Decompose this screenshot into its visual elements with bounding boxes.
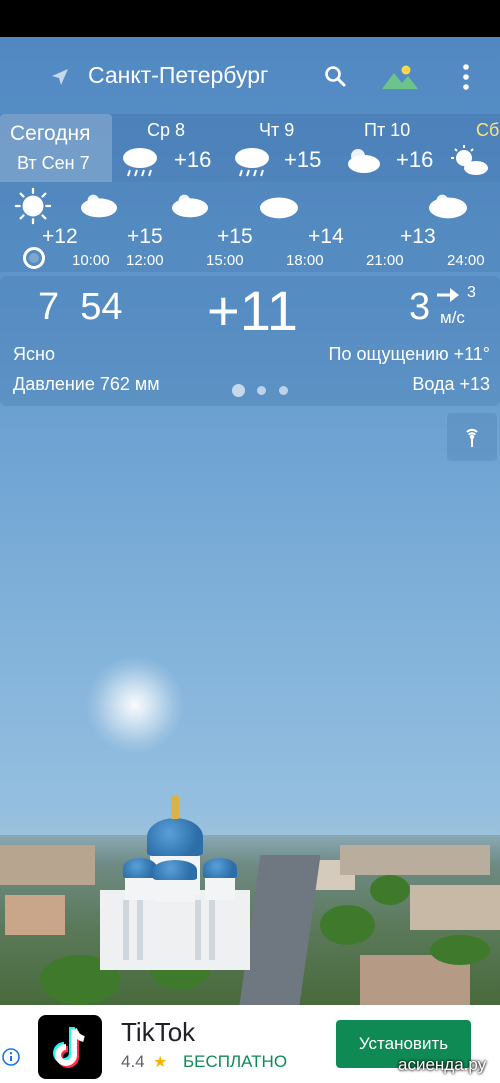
wind-speed: 3	[409, 286, 431, 328]
current-conditions-card[interactable]: 7 54 +11 3 3 м/с Ясно По ощущению +11° Д…	[0, 276, 500, 406]
radar-signal-icon	[466, 428, 478, 447]
daily-forecast-strip: Сегодня Вт Сен 7 Ср 8 +16 Чт 9 +15 Пт 10…	[0, 114, 500, 182]
partly-cloudy-icon	[348, 149, 380, 173]
today-date: Вт Сен 7	[17, 153, 90, 173]
condition-text: Ясно	[13, 344, 55, 364]
cloud-icon	[260, 197, 298, 219]
background-image-icon[interactable]	[381, 63, 419, 91]
hour-temp: +15	[217, 225, 253, 248]
page-dot	[257, 386, 266, 395]
more-vert-icon[interactable]	[456, 63, 476, 91]
ad-rating: 4.4	[121, 1052, 145, 1071]
rain-cloud-icon	[235, 148, 269, 177]
partly-cloudy-icon	[171, 194, 209, 218]
current-time: 7 54	[38, 286, 123, 328]
city-name[interactable]: Санкт-Петербург	[88, 62, 268, 89]
day-label: Сб	[476, 120, 500, 140]
day-temp: +15	[284, 147, 322, 172]
water-temperature: Вода +13	[412, 374, 490, 394]
hour-temp: +13	[400, 225, 436, 248]
pressure: Давление 762 мм	[13, 374, 160, 394]
day-tab-thu[interactable]: Чт 9 +15	[224, 114, 336, 182]
hour-time: 15:00	[206, 252, 244, 269]
current-hour-indicator	[23, 247, 45, 269]
page-dot	[279, 386, 288, 395]
day-label: Пт 10	[364, 120, 411, 140]
day-label: Ср 8	[147, 120, 186, 140]
hour-temp: +14	[308, 225, 344, 248]
hourly-forecast: +12 +15 +15 +14 +13 10:00 12:00 15:00 18…	[0, 182, 500, 272]
watermark: асиенда.ру	[398, 1055, 487, 1074]
search-icon[interactable]	[323, 64, 347, 88]
sun-cloud-icon	[451, 145, 488, 175]
page-dot-active	[232, 384, 245, 397]
day-label: Чт 9	[259, 120, 295, 140]
sun-icon	[14, 187, 52, 225]
cathedral	[95, 790, 255, 980]
day-temp: +16	[396, 147, 434, 172]
hour-time: 24:00	[447, 252, 485, 269]
partly-cloudy-icon	[429, 194, 467, 219]
hour-temp: +15	[127, 225, 163, 248]
current-temperature: +11	[207, 279, 298, 342]
partly-cloudy-icon	[80, 194, 118, 218]
tab-today[interactable]: Сегодня Вт Сен 7	[0, 114, 112, 182]
hour-time: 18:00	[286, 252, 324, 269]
star-icon: ★	[153, 1054, 168, 1071]
hour-time: 21:00	[366, 252, 404, 269]
day-temp: +16	[174, 147, 212, 172]
hour-time: 12:00	[126, 252, 164, 269]
top-bar: Санкт-Петербург	[0, 55, 500, 99]
hour-time: 10:00	[72, 252, 110, 269]
radar-button[interactable]	[447, 413, 497, 461]
status-bar	[0, 0, 500, 37]
wind-direction-arrow-icon	[437, 288, 459, 302]
ad-price: БЕСПЛАТНО	[183, 1052, 288, 1071]
navigation-arrow-icon[interactable]	[50, 67, 70, 87]
day-tab-wed[interactable]: Ср 8 +16	[112, 114, 224, 182]
rain-cloud-icon	[123, 148, 157, 177]
wind-unit: м/с	[440, 308, 465, 327]
day-tab-fri[interactable]: Пт 10 +16	[336, 114, 448, 182]
ad-app-name[interactable]: TikTok	[121, 1017, 195, 1048]
ad-info-icon[interactable]	[2, 1048, 20, 1066]
wind-gust: 3	[467, 284, 476, 301]
day-tab-sat[interactable]: Сб	[448, 114, 500, 182]
sun-glow	[85, 655, 185, 755]
today-label: Сегодня	[10, 122, 91, 145]
tiktok-logo-icon[interactable]	[38, 1015, 102, 1079]
feels-like: По ощущению +11°	[328, 344, 490, 364]
hour-temp: +12	[42, 225, 78, 248]
